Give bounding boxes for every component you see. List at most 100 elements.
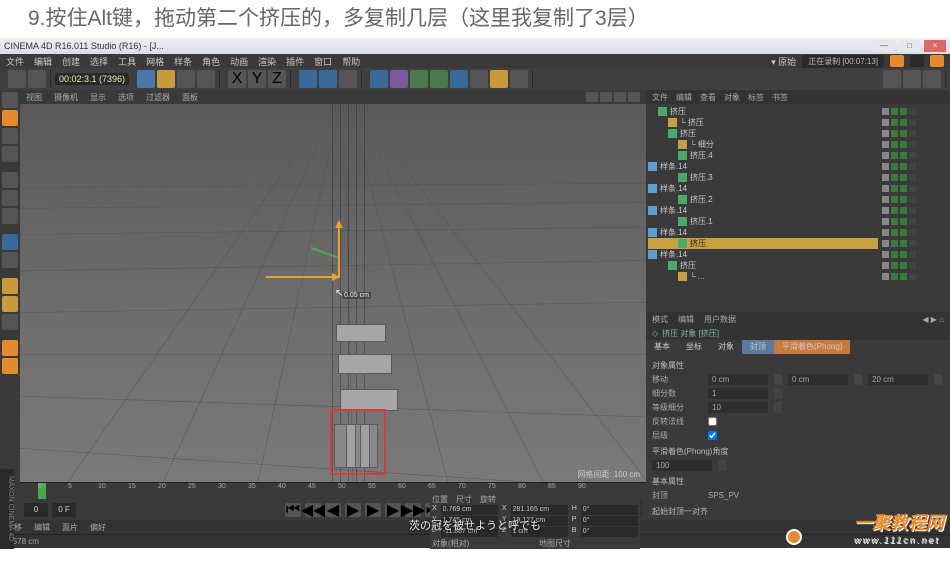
coord-mode-2[interactable]: 地图尺寸	[539, 538, 638, 549]
tag-row[interactable]	[882, 238, 948, 249]
picture-viewer-icon[interactable]	[339, 70, 357, 88]
frame-current-input[interactable]: 0 F	[52, 503, 76, 517]
array-icon[interactable]	[430, 70, 448, 88]
coord-h[interactable]: 0°	[581, 505, 638, 515]
object-tree[interactable]: 挤压└ 挤压挤压└ 细分挤压.4样条.14挤压.3样条.14挤压.2样条.14挤…	[646, 104, 880, 312]
coord-sx[interactable]: 281.165 cm	[511, 505, 568, 515]
texture-mode-icon[interactable]	[2, 128, 18, 144]
tree-item[interactable]: 样条.14	[648, 161, 878, 172]
tab-phong[interactable]: 平滑着色(Phong)	[774, 340, 850, 354]
tag-row[interactable]	[882, 271, 948, 282]
tree-item[interactable]: 样条.14	[648, 249, 878, 260]
tag-row[interactable]	[882, 227, 948, 238]
palette-3-icon[interactable]	[923, 70, 941, 88]
om-objects[interactable]: 对象	[724, 92, 740, 103]
om-view[interactable]: 查看	[700, 92, 716, 103]
tag-row[interactable]	[882, 106, 948, 117]
palette-2-icon[interactable]	[903, 70, 921, 88]
om-tags[interactable]: 标签	[748, 92, 764, 103]
move-y-input[interactable]: 0 cm	[788, 374, 848, 385]
spinner-icon[interactable]	[718, 460, 726, 471]
layout-dropdown[interactable]: ▾ 原始	[771, 55, 796, 68]
vp-nav-4-icon[interactable]	[628, 92, 640, 102]
axis-mode-icon[interactable]	[2, 234, 18, 250]
attr-nav-icons[interactable]: ◀ ▶ ⌂	[922, 315, 944, 324]
om-edit[interactable]: 编辑	[676, 92, 692, 103]
nurbs-icon[interactable]	[410, 70, 428, 88]
tree-item[interactable]: └ ...	[648, 271, 878, 282]
vp-nav-3-icon[interactable]	[614, 92, 626, 102]
menu-select[interactable]: 选择	[90, 55, 108, 68]
tag-row[interactable]	[882, 216, 948, 227]
tree-item[interactable]: 挤压.2	[648, 194, 878, 205]
tag-row[interactable]	[882, 161, 948, 172]
tree-item[interactable]: 挤压	[648, 260, 878, 271]
tag-row[interactable]	[882, 172, 948, 183]
spinner-icon[interactable]	[854, 374, 862, 385]
coord-tab-rot[interactable]: 旋转	[480, 494, 496, 505]
spinner-icon[interactable]	[774, 388, 782, 399]
menu-edit[interactable]: 编辑	[34, 55, 52, 68]
vp-cameras[interactable]: 摄像机	[54, 92, 78, 103]
pencil-icon[interactable]	[890, 55, 904, 67]
axis-gizmo-x[interactable]	[266, 276, 336, 278]
perspective-viewport[interactable]: ↖ 0.05 cm 网格间距: 100 cm	[20, 104, 646, 482]
tab-coord[interactable]: 坐标	[678, 340, 710, 354]
status-opt-3[interactable]: 偏好	[90, 522, 106, 533]
spinner-icon[interactable]	[774, 374, 782, 385]
select-tool-icon[interactable]	[137, 70, 155, 88]
palette-1-icon[interactable]	[883, 70, 901, 88]
vp-display[interactable]: 显示	[90, 92, 106, 103]
tree-item[interactable]: 样条.14	[648, 183, 878, 194]
close-button[interactable]: ×	[924, 40, 946, 52]
attr-userdata[interactable]: 用户数据	[704, 314, 736, 325]
tab-caps[interactable]: 封顶	[742, 340, 774, 354]
tag-row[interactable]	[882, 150, 948, 161]
locked-workplane-icon[interactable]	[2, 340, 18, 356]
attr-mode[interactable]: 模式	[652, 314, 668, 325]
workplane-snap-icon[interactable]	[2, 314, 18, 330]
coord-mode-1[interactable]: 对象(相对)	[432, 538, 531, 549]
menu-help[interactable]: 帮助	[342, 55, 360, 68]
status-opt-2[interactable]: 面片	[62, 522, 78, 533]
tree-item[interactable]: 样条.14	[648, 205, 878, 216]
tag-row[interactable]	[882, 128, 948, 139]
tree-item[interactable]: 挤压	[648, 238, 878, 249]
status-opt-1[interactable]: 编辑	[34, 522, 50, 533]
menu-file[interactable]: 文件	[6, 55, 24, 68]
om-file[interactable]: 文件	[652, 92, 668, 103]
menu-spline[interactable]: 样条	[174, 55, 192, 68]
workplane-icon[interactable]	[2, 146, 18, 162]
menu-animate[interactable]: 动画	[230, 55, 248, 68]
object-tags-column[interactable]	[880, 104, 950, 312]
camera-object-icon[interactable]	[490, 70, 508, 88]
coord-p[interactable]: 0°	[581, 516, 638, 526]
coord-x[interactable]: 0.769 cm	[441, 505, 498, 515]
tag-row[interactable]	[882, 183, 948, 194]
tree-item[interactable]: └ 挤压	[648, 117, 878, 128]
axis-x-toggle[interactable]: X	[228, 70, 246, 88]
tree-item[interactable]: └ 细分	[648, 139, 878, 150]
spline-pen-icon[interactable]	[390, 70, 408, 88]
coord-tab-size[interactable]: 尺寸	[456, 494, 472, 505]
menu-tools[interactable]: 工具	[118, 55, 136, 68]
light-icon[interactable]	[510, 70, 528, 88]
coord-tab-pos[interactable]: 位置	[432, 494, 448, 505]
vp-view[interactable]: 视图	[26, 92, 42, 103]
play-back-icon[interactable]: ▶	[345, 503, 361, 517]
tree-item[interactable]: 挤压	[648, 128, 878, 139]
menu-window[interactable]: 窗口	[314, 55, 332, 68]
minimize-button[interactable]: —	[873, 40, 895, 52]
move-z-input[interactable]: 20 cm	[868, 374, 928, 385]
tree-item[interactable]: 样条.14	[648, 227, 878, 238]
tweak-mode-icon[interactable]	[2, 252, 18, 268]
maximize-button[interactable]: □	[898, 40, 920, 52]
move-tool-icon[interactable]	[157, 70, 175, 88]
cube-primitive-icon[interactable]	[370, 70, 388, 88]
phong-angle-input[interactable]: 100	[652, 460, 712, 471]
redo-icon[interactable]	[28, 70, 46, 88]
undo-icon[interactable]	[8, 70, 26, 88]
planar-workplane-icon[interactable]	[2, 358, 18, 374]
environment-icon[interactable]	[470, 70, 488, 88]
next-frame-icon[interactable]: ▶	[385, 503, 401, 517]
